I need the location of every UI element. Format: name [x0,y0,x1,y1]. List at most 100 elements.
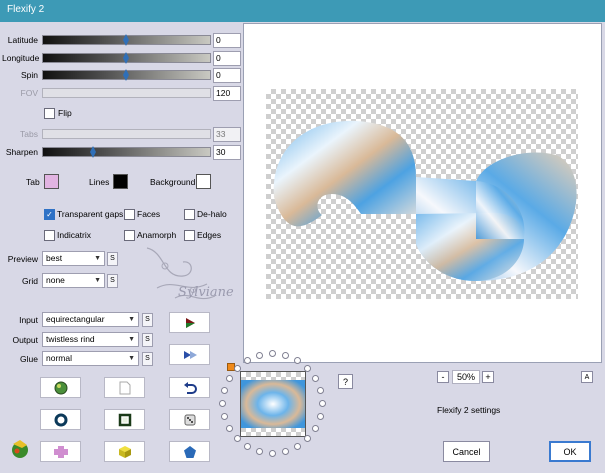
zoom-out-button[interactable]: - [437,371,449,383]
frame-icon [118,413,131,426]
preset-dot[interactable] [304,435,312,443]
longitude-slider[interactable] [42,52,211,64]
sharpen-slider[interactable] [42,146,211,158]
indicatrix-checkbox[interactable] [44,230,55,241]
sharpen-slider-thumb[interactable] [90,146,96,158]
preset-dot[interactable] [317,412,325,420]
shape-button[interactable] [40,441,81,462]
cube-icon [118,445,131,458]
open-button[interactable] [40,409,81,430]
preset-dot[interactable] [269,450,276,457]
chevron-down-icon: ▼ [94,255,101,262]
de-halo-checkbox[interactable] [184,209,195,220]
preset-dot[interactable] [294,356,301,364]
spin-slider[interactable] [42,69,211,81]
indicatrix-label: Indicatrix [57,230,92,240]
anamorph-checkbox[interactable] [124,230,135,241]
pentagon-button[interactable] [169,441,210,462]
preview-select[interactable]: best ▼ [42,251,105,266]
preset-dot[interactable] [281,351,289,359]
preset-dot[interactable] [256,351,264,359]
zoom-in-button[interactable]: + [482,371,494,383]
preset-dot[interactable] [233,364,241,372]
preset-dot[interactable] [225,375,233,382]
globe-icon [54,381,67,394]
preset-dot[interactable] [312,375,320,382]
preset-dot[interactable] [220,387,228,395]
preset-dot[interactable] [281,448,289,456]
preset-dot[interactable] [233,435,241,443]
background-color-swatch[interactable] [196,174,211,189]
sharpen-value[interactable]: 30 [213,145,241,160]
preset-dot[interactable] [269,350,276,357]
random-button[interactable] [40,377,81,398]
glue-select[interactable]: normal ▼ [42,351,139,366]
preview-s-button[interactable]: S [107,252,118,266]
fov-value[interactable]: 120 [213,86,241,101]
save-button[interactable] [104,409,145,430]
preset-dot[interactable] [225,425,233,432]
dice-button[interactable] [169,409,210,430]
grid-s-button[interactable]: S [107,274,118,288]
preset-dot[interactable] [312,425,320,432]
pentagon-icon [183,445,196,458]
faces-checkbox[interactable] [124,209,135,220]
input-label: Input [19,315,38,325]
a-button[interactable]: A [581,371,593,383]
input-select[interactable]: equirectangular ▼ [42,312,139,327]
transparent-gaps-checkbox[interactable]: ✓ [44,209,55,220]
sharpen-label: Sharpen [5,147,38,157]
chevron-down-icon: ▼ [128,355,135,362]
tabs-value[interactable]: 33 [213,127,241,142]
longitude-label: Longitude [2,53,40,63]
undo-button[interactable] [169,377,210,398]
undo-icon [183,381,197,394]
longitude-value[interactable]: 0 [213,51,241,66]
grid-select-value: none [46,275,65,285]
flexify-logo-icon [12,440,28,458]
input-s-button[interactable]: S [142,313,153,327]
latitude-slider-thumb[interactable] [123,34,129,46]
grid-select[interactable]: none ▼ [42,273,105,288]
play-button[interactable] [169,312,210,333]
tabs-slider[interactable] [42,129,211,139]
fov-slider[interactable] [42,88,211,98]
dice-icon [184,414,195,425]
preset-dot[interactable] [317,387,325,395]
preset-dot[interactable] [244,443,251,451]
preset-dot[interactable] [220,412,228,420]
preset-dot[interactable] [319,400,326,407]
cancel-button[interactable]: Cancel [443,441,490,462]
chevron-down-icon: ▼ [128,336,135,343]
latitude-value[interactable]: 0 [213,33,241,48]
tab-color-swatch[interactable] [44,174,59,189]
cube-button[interactable] [104,441,145,462]
spin-slider-thumb[interactable] [123,69,129,81]
latitude-label: Latitude [7,35,38,45]
preset-dot[interactable] [244,356,251,364]
spin-label: Spin [20,70,38,80]
step-forward-button[interactable] [169,344,210,365]
ok-button[interactable]: OK [549,441,591,462]
glue-s-button[interactable]: S [142,352,153,366]
preset-dot[interactable] [294,443,301,451]
preset-thumbnail[interactable] [240,371,306,437]
latitude-slider[interactable] [42,34,211,46]
longitude-slider-thumb[interactable] [123,52,129,64]
de-halo-label: De-halo [197,209,227,219]
transparent-gaps-label: Transparent gaps [57,209,124,219]
preview-panel[interactable] [243,23,602,363]
flip-checkbox[interactable] [44,108,55,119]
spin-value[interactable]: 0 [213,68,241,83]
new-button[interactable] [104,377,145,398]
preset-dot[interactable] [304,364,312,372]
preset-dot[interactable] [219,400,226,407]
output-label: Output [12,335,38,345]
output-select[interactable]: twistless rind ▼ [42,332,139,347]
output-s-button[interactable]: S [142,333,153,347]
preset-dot[interactable] [256,448,264,456]
lines-color-swatch[interactable] [113,174,128,189]
help-button[interactable]: ? [338,374,353,389]
ring-icon [54,413,67,426]
status-text: Flexify 2 settings [437,405,501,415]
